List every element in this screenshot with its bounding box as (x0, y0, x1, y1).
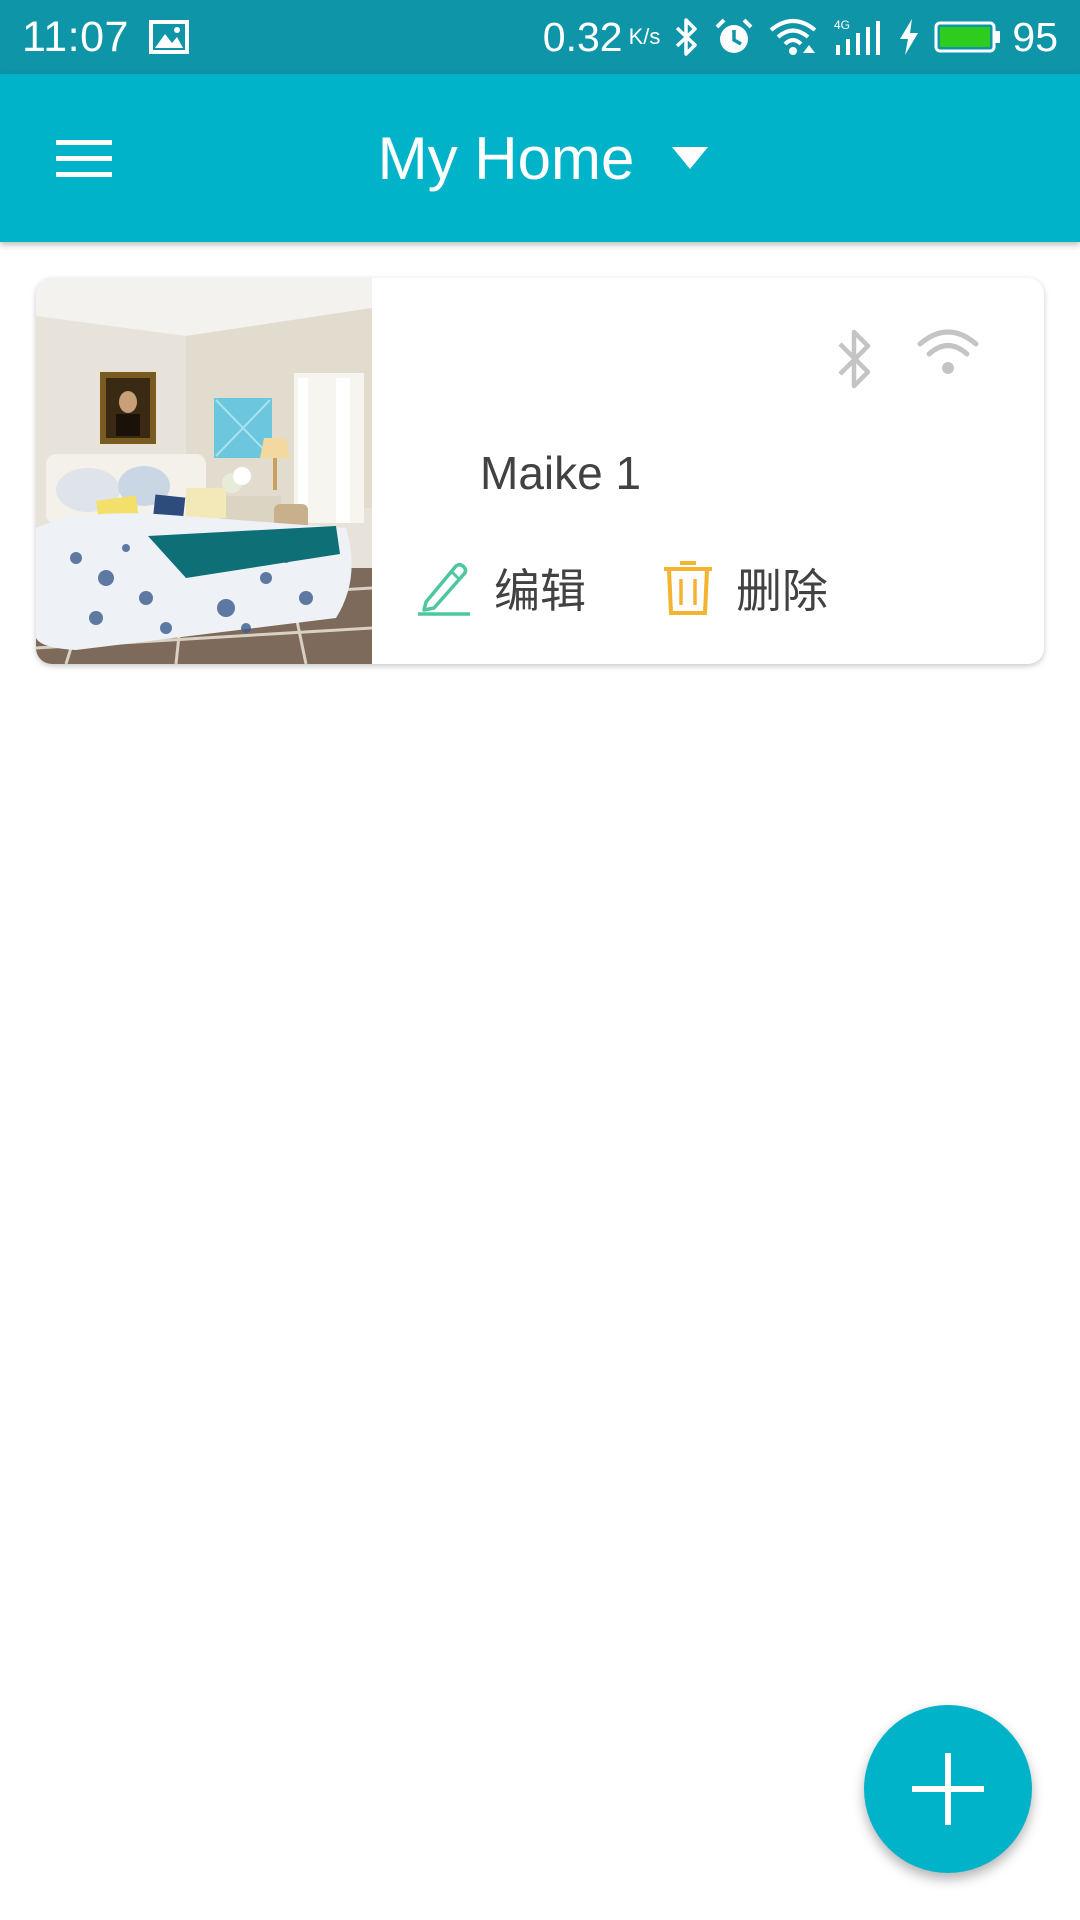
bluetooth-icon (674, 17, 700, 57)
pencil-icon (416, 560, 472, 616)
app-screen: 11:07 0.32 K/s 4G 95 My Home Maike 1 编辑 … (0, 0, 1080, 1920)
title-area: My Home (0, 74, 1080, 242)
svg-text:4G: 4G (834, 18, 850, 32)
delete-button[interactable]: 删除 (662, 548, 828, 628)
status-right: 0.32 K/s 4G 95 (543, 14, 1080, 61)
edit-button[interactable]: 编辑 (416, 548, 586, 628)
device-name: Maike 1 (480, 447, 642, 499)
delete-label: 删除 (736, 564, 828, 618)
status-left: 11:07 (0, 13, 191, 62)
add-button[interactable] (864, 1705, 1032, 1873)
plus-icon (908, 1749, 988, 1829)
network-speed-unit: K/s (628, 24, 661, 49)
app-bar: My Home (0, 74, 1080, 242)
bluetooth-icon (836, 328, 874, 395)
dropdown-arrow-icon (670, 145, 710, 171)
bedroom-photo (36, 278, 373, 664)
alarm-icon (714, 17, 754, 57)
card-body: Maike 1 编辑 删除 (372, 278, 1044, 664)
wifi-icon (916, 326, 980, 383)
status-bar: 11:07 0.32 K/s 4G 95 (0, 0, 1080, 74)
battery-icon (934, 20, 1002, 54)
battery-level: 95 (1012, 13, 1058, 60)
charging-icon (898, 17, 920, 57)
trash-icon (662, 559, 714, 617)
wifi-icon (768, 17, 818, 57)
network-speed: 0.32 (542, 13, 623, 60)
image-icon (148, 20, 191, 54)
signal-4g-icon: 4G (832, 17, 884, 57)
home-selector[interactable]: My Home (370, 124, 711, 193)
status-time: 11:07 (22, 12, 129, 61)
edit-label: 编辑 (494, 564, 586, 618)
room-card[interactable]: Maike 1 编辑 删除 (36, 278, 1044, 664)
page-title: My Home (377, 124, 635, 192)
